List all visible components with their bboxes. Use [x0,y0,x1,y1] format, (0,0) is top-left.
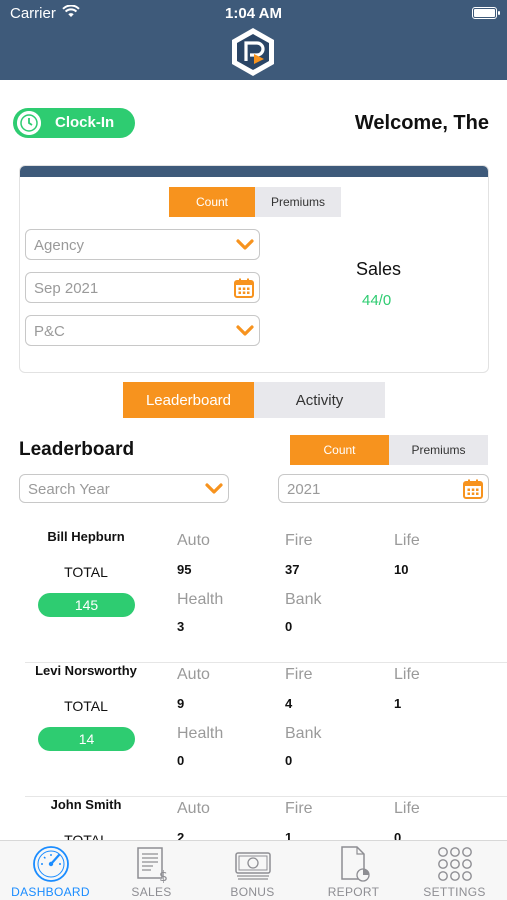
tab-leaderboard[interactable]: Leaderboard [123,382,254,418]
calendar-icon [234,278,254,298]
life-value: 1 [394,696,402,711]
leaderboard-count-toggle: Count Premiums [290,435,488,465]
tab-report[interactable]: REPORT [303,841,404,900]
leaderboard-count-option[interactable]: Count [290,435,389,465]
bottom-tab-bar: DASHBOARD $ SALES BONUS REPORT SETTINGS [0,840,507,900]
year-search-placeholder: Search Year [28,481,110,498]
tab-sales[interactable]: $ SALES [101,841,202,900]
line-dropdown[interactable]: P&C [25,315,260,346]
health-value: 3 [177,619,185,634]
sales-title: Sales [356,259,402,279]
sales-count-option[interactable]: Count [169,187,255,217]
tab-bonus[interactable]: BONUS [202,841,303,900]
tab-dashboard[interactable]: DASHBOARD [0,841,101,900]
chevron-down-icon [236,325,254,336]
agent-name: John Smith [50,797,122,812]
year-value: 2021 [287,481,321,498]
total-badge: 14 [38,727,135,751]
status-time: 1:04 AM [225,5,282,22]
chevron-down-icon [205,483,223,494]
bank-value: 0 [285,753,293,768]
app-header: Carrier 1:04 AM [0,0,507,80]
fire-value: 4 [285,696,293,711]
calendar-icon [463,479,483,499]
fire-value: 37 [285,562,300,577]
auto-value: 95 [177,562,192,577]
date-value: Sep 2021 [34,280,99,297]
grid-dots-icon [438,847,472,881]
total-label: TOTAL [64,564,108,580]
category-auto-label: Auto [177,800,210,817]
date-field[interactable]: Sep 2021 [25,272,260,303]
leaderboard-premiums-option[interactable]: Premiums [389,435,488,465]
clock-in-label: Clock-In [55,114,115,131]
tab-report-label: REPORT [327,885,380,899]
agency-dropdown[interactable]: Agency [25,229,260,260]
leaderboard-title: Leaderboard [19,439,135,460]
tab-settings-label: SETTINGS [423,885,486,899]
tab-activity[interactable]: Activity [254,382,385,418]
category-bank-label: Bank [285,725,322,742]
agent-name: Bill Hepburn [47,529,125,544]
clock-icon [17,111,41,135]
sales-value: 44/0 [362,292,392,309]
category-auto-label: Auto [177,532,210,549]
speedometer-icon [33,846,69,882]
total-badge: 145 [38,593,135,617]
sales-card: Count Premiums Agency Sep 2021 P&C Sales… [19,165,489,373]
main-tabs: Leaderboard Activity [123,382,385,418]
category-fire-label: Fire [285,666,313,683]
category-health-label: Health [177,591,224,608]
document-dollar-icon: $ [137,847,168,883]
year-search-dropdown[interactable]: Search Year [19,474,229,503]
cash-icon [235,852,271,880]
card-header-bar [20,166,488,177]
health-value: 0 [177,753,185,768]
tab-dashboard-label: DASHBOARD [11,885,90,899]
agent-name: Levi Norsworthy [35,663,137,678]
auto-value: 9 [177,696,185,711]
year-field[interactable]: 2021 [278,474,489,503]
brand-logo-icon [232,28,274,76]
category-fire-label: Fire [285,800,313,817]
category-life-label: Life [394,800,420,817]
agency-placeholder: Agency [34,237,85,254]
bank-value: 0 [285,619,293,634]
welcome-text: Welcome, The [354,112,489,134]
chevron-down-icon [236,239,254,250]
sales-count-toggle: Count Premiums [169,187,341,217]
leaderboard-row[interactable]: Levi Norsworthy TOTAL 14 Auto Fire Life … [0,663,507,797]
category-health-label: Health [177,725,224,742]
report-chart-icon [341,846,370,882]
tab-sales-label: SALES [131,885,172,899]
category-fire-label: Fire [285,532,313,549]
leaderboard-row[interactable]: Bill Hepburn TOTAL 145 Auto Fire Life 95… [0,529,507,663]
line-value: P&C [34,323,65,340]
category-auto-label: Auto [177,666,210,683]
tab-settings[interactable]: SETTINGS [404,841,505,900]
category-life-label: Life [394,666,420,683]
sales-premiums-option[interactable]: Premiums [255,187,341,217]
life-value: 10 [394,562,409,577]
category-life-label: Life [394,532,420,549]
battery-icon [472,7,500,19]
total-label: TOTAL [64,698,108,714]
tab-bonus-label: BONUS [230,885,275,899]
svg-text:$: $ [159,869,168,883]
category-bank-label: Bank [285,591,322,608]
clock-in-button[interactable]: Clock-In [13,108,135,138]
